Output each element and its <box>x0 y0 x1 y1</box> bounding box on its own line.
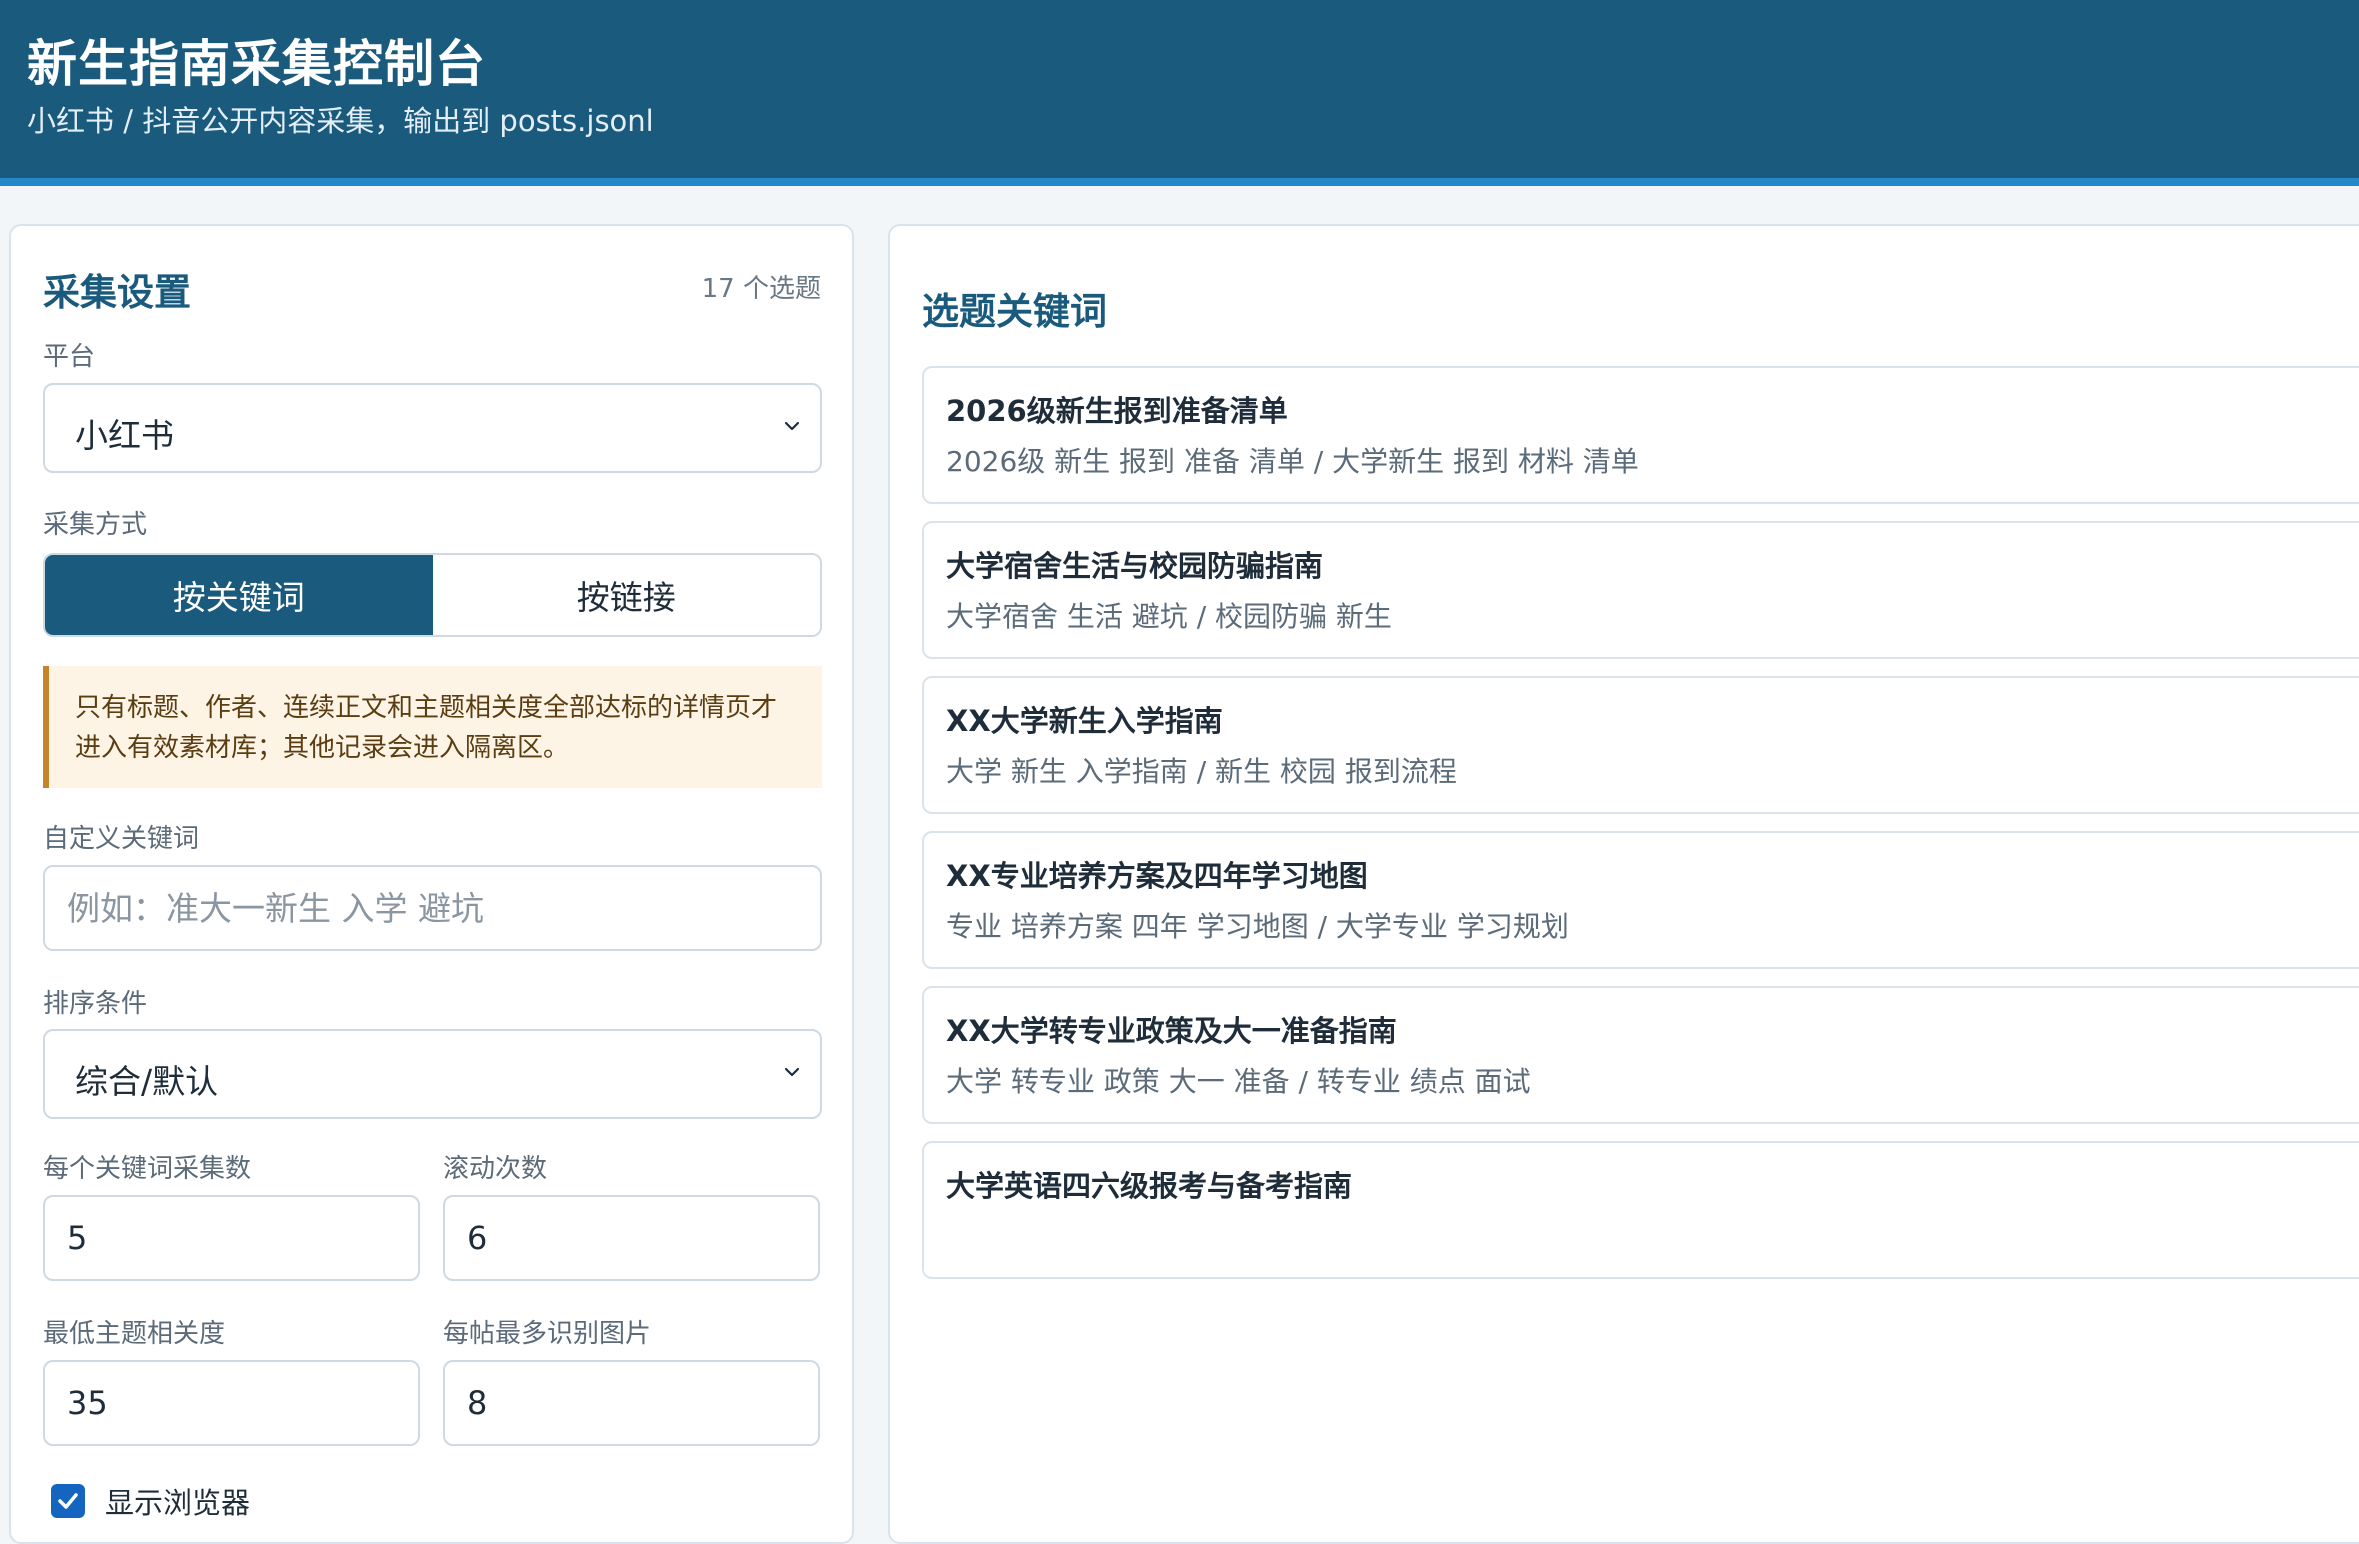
show-browser-row[interactable]: 显示浏览器 <box>51 1480 250 1522</box>
per-keyword-input[interactable] <box>43 1195 420 1281</box>
check-icon <box>58 1493 78 1509</box>
chevron-down-icon <box>784 1067 800 1077</box>
topic-keywords: 大学 新生 入学指南 / 新生 校园 报到流程 <box>946 755 1457 788</box>
topic-title: XX专业培养方案及四年学习地图 <box>946 859 1368 893</box>
show-browser-checkbox[interactable] <box>51 1484 85 1518</box>
sort-label: 排序条件 <box>43 989 148 1019</box>
settings-panel: 采集设置 17 个选题 平台 小红书 采集方式 按关键词 按链接 只有标题、作者… <box>9 224 854 1544</box>
topics-title: 选题关键词 <box>922 290 1107 333</box>
mode-keyword-button[interactable]: 按关键词 <box>45 555 433 635</box>
max-images-label: 每帖最多识别图片 <box>443 1319 652 1349</box>
topic-title: 大学宿舍生活与校园防骗指南 <box>946 549 1324 583</box>
topic-card[interactable]: XX大学转专业政策及大一准备指南 大学 转专业 政策 大一 准备 / 转专业 绩… <box>922 986 2359 1124</box>
mode-label: 采集方式 <box>43 510 148 540</box>
topic-card[interactable]: XX大学新生入学指南 大学 新生 入学指南 / 新生 校园 报到流程 <box>922 676 2359 814</box>
topic-keywords: 2026级 新生 报到 准备 清单 / 大学新生 报到 材料 清单 <box>946 445 1639 478</box>
app-subtitle: 小红书 / 抖音公开内容采集，输出到 posts.jsonl <box>27 104 654 138</box>
topic-title: 2026级新生报到准备清单 <box>946 394 1288 428</box>
min-relevance-label: 最低主题相关度 <box>43 1319 226 1349</box>
app-header: 新生指南采集控制台 小红书 / 抖音公开内容采集，输出到 posts.jsonl <box>0 0 2359 186</box>
topic-count-badge: 17 个选题 <box>701 274 821 304</box>
topic-keywords: 专业 培养方案 四年 学习地图 / 大学专业 学习规划 <box>946 910 1569 943</box>
platform-select-value: 小红书 <box>75 416 174 455</box>
topic-list: 2026级新生报到准备清单 2026级 新生 报到 准备 清单 / 大学新生 报… <box>922 366 2359 1413</box>
sort-select-value: 综合/默认 <box>75 1062 219 1101</box>
topic-card[interactable]: 大学英语四六级报考与备考指南 <box>922 1141 2359 1279</box>
per-keyword-label: 每个关键词采集数 <box>43 1154 252 1184</box>
platform-select[interactable]: 小红书 <box>43 383 822 473</box>
scroll-times-label: 滚动次数 <box>443 1154 548 1184</box>
topic-title: XX大学新生入学指南 <box>946 704 1223 738</box>
min-relevance-input[interactable] <box>43 1360 420 1446</box>
show-browser-label: 显示浏览器 <box>105 1486 251 1520</box>
topic-title: XX大学转专业政策及大一准备指南 <box>946 1014 1397 1048</box>
topic-card[interactable]: XX专业培养方案及四年学习地图 专业 培养方案 四年 学习地图 / 大学专业 学… <box>922 831 2359 969</box>
settings-title: 采集设置 <box>43 271 191 314</box>
sort-select[interactable]: 综合/默认 <box>43 1029 822 1119</box>
topic-card[interactable]: 大学宿舍生活与校园防骗指南 大学宿舍 生活 避坑 / 校园防骗 新生 <box>922 521 2359 659</box>
max-images-input[interactable] <box>443 1360 820 1446</box>
topics-panel: 选题关键词 2026级新生报到准备清单 2026级 新生 报到 准备 清单 / … <box>888 224 2359 1544</box>
platform-label: 平台 <box>43 342 96 372</box>
custom-keywords-input[interactable] <box>43 865 822 951</box>
scroll-times-input[interactable] <box>443 1195 820 1281</box>
chevron-down-icon <box>784 421 800 431</box>
app-title: 新生指南采集控制台 <box>27 35 486 93</box>
quality-notice: 只有标题、作者、连续正文和主题相关度全部达标的详情页才进入有效素材库；其他记录会… <box>43 666 822 788</box>
topic-keywords: 大学宿舍 生活 避坑 / 校园防骗 新生 <box>946 600 1392 633</box>
topic-title: 大学英语四六级报考与备考指南 <box>946 1169 1353 1203</box>
mode-link-button[interactable]: 按链接 <box>432 555 820 635</box>
topic-keywords: 大学 转专业 政策 大一 准备 / 转专业 绩点 面试 <box>946 1065 1531 1098</box>
mode-toggle: 按关键词 按链接 <box>43 553 822 637</box>
custom-keywords-label: 自定义关键词 <box>43 824 200 854</box>
topic-card[interactable]: 2026级新生报到准备清单 2026级 新生 报到 准备 清单 / 大学新生 报… <box>922 366 2359 504</box>
